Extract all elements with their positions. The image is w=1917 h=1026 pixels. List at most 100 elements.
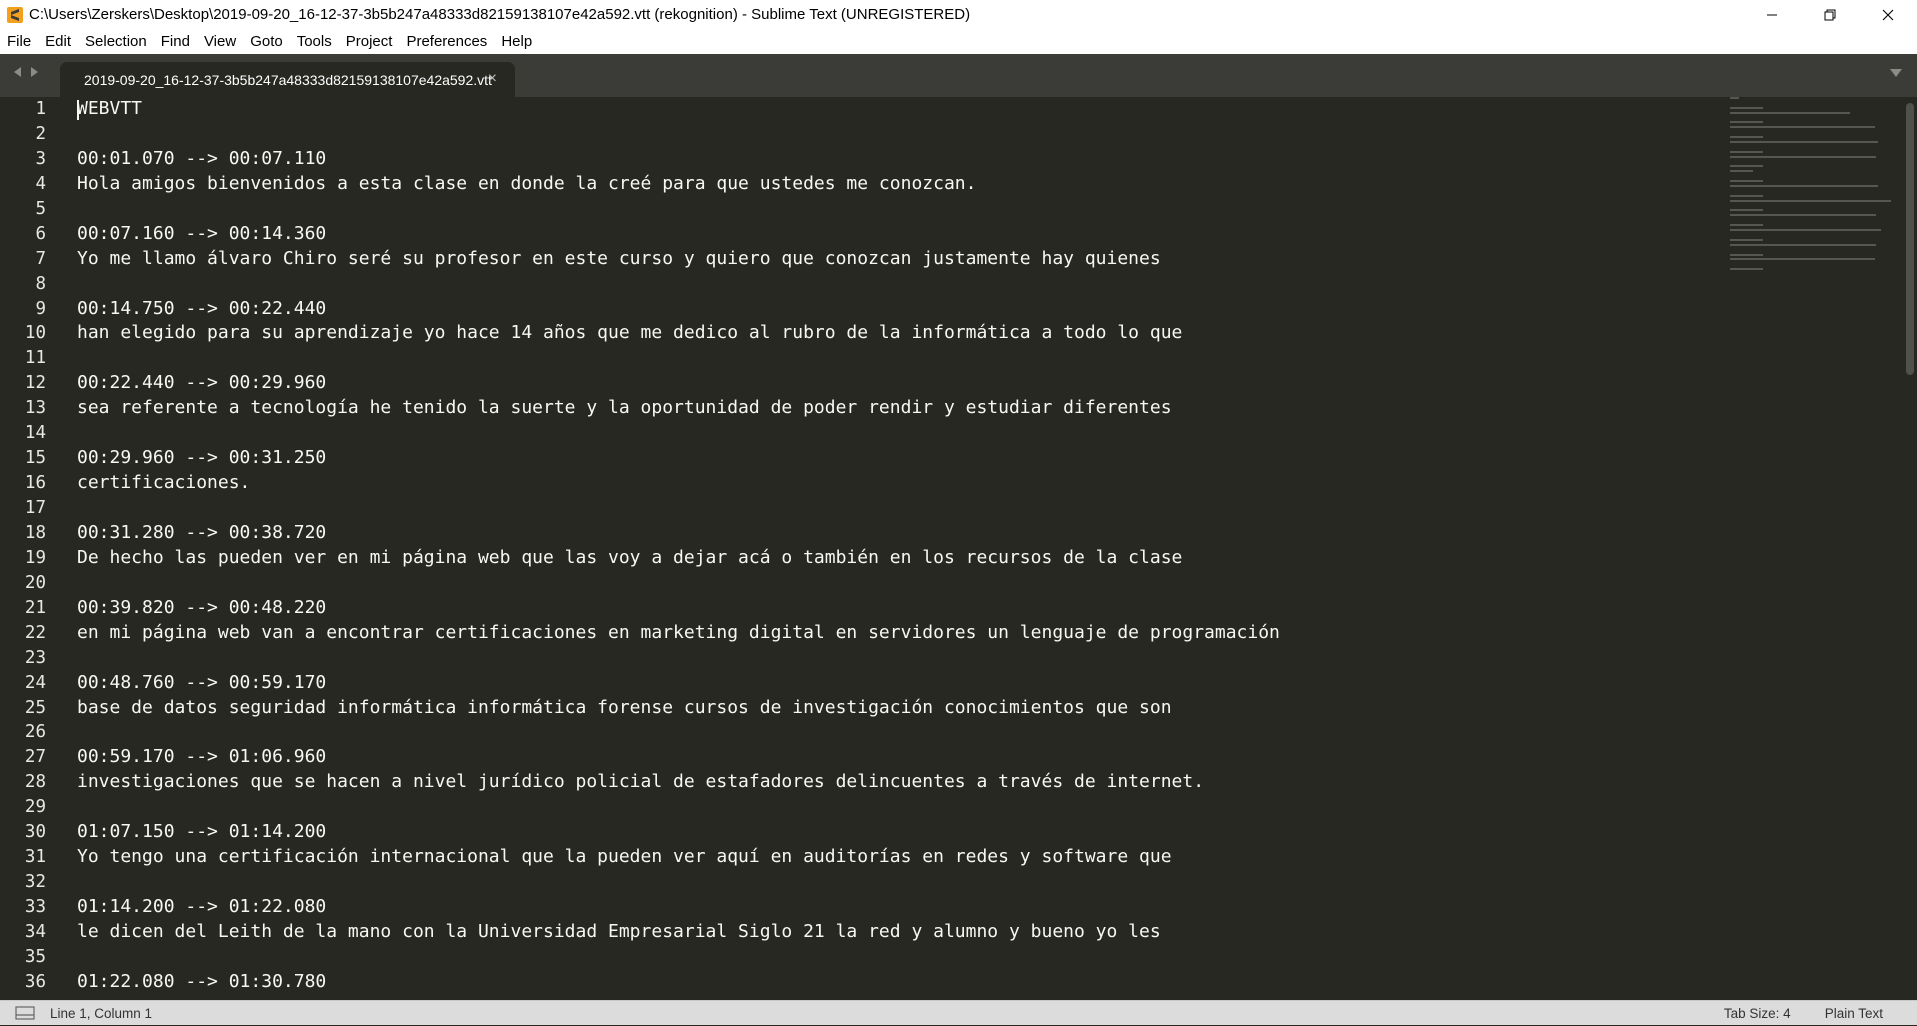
line-number: 11	[24, 348, 46, 369]
code-line[interactable]	[77, 571, 1717, 596]
code-line[interactable]: 00:31.280 --> 00:38.720	[77, 521, 1717, 546]
code-line[interactable]: 00:59.170 --> 01:06.960	[77, 745, 1717, 770]
code-line[interactable]: base de datos seguridad informática info…	[77, 696, 1717, 721]
code-line[interactable]: 00:48.760 --> 00:59.170	[77, 671, 1717, 696]
line-number: 13	[24, 398, 46, 419]
code-line[interactable]: 01:22.080 --> 01:30.780	[77, 970, 1717, 995]
minimap-line	[1730, 97, 1739, 99]
line-number: 9	[35, 298, 46, 319]
code-line[interactable]: han elegido para su aprendizaje yo hace …	[77, 321, 1717, 346]
line-number: 4	[35, 173, 46, 194]
code-line[interactable]	[77, 346, 1717, 371]
minimap-line	[1730, 111, 1851, 114]
code-line[interactable]: sea referente a tecnología he tenido la …	[77, 396, 1717, 421]
panel-toggle-icon[interactable]	[15, 1006, 35, 1020]
line-number: 28	[24, 772, 46, 793]
menu-tools[interactable]: Tools	[290, 29, 339, 54]
minimap-line	[1730, 243, 1877, 246]
menu-selection[interactable]: Selection	[78, 29, 154, 54]
line-number: 36	[24, 971, 46, 992]
code-line[interactable]: 00:14.750 --> 00:22.440	[77, 297, 1717, 322]
code-line[interactable]: le dicen del Leith de la mano con la Uni…	[77, 920, 1717, 945]
syntax-setting[interactable]: Plain Text	[1825, 1006, 1883, 1021]
tab-bar: 2019-09-20_16-12-37-3b5b247a48333d821591…	[0, 54, 1917, 97]
line-number: 3	[35, 148, 46, 169]
menu-find[interactable]: Find	[154, 29, 197, 54]
line-number: 8	[35, 273, 46, 294]
minimize-button[interactable]	[1743, 0, 1801, 29]
minimap-line	[1730, 194, 1764, 197]
line-number: 21	[24, 597, 46, 618]
minimap-line	[1730, 155, 1877, 158]
line-number: 7	[35, 248, 46, 269]
tab-size-setting[interactable]: Tab Size: 4	[1724, 1006, 1791, 1021]
status-bar: Line 1, Column 1 Tab Size: 4 Plain Text	[0, 1000, 1917, 1025]
code-line[interactable]	[77, 795, 1717, 820]
line-number: 30	[24, 822, 46, 843]
code-line[interactable]: Hola amigos bienvenidos a esta clase en …	[77, 172, 1717, 197]
code-line[interactable]: 01:14.200 --> 01:22.080	[77, 895, 1717, 920]
close-icon	[1882, 9, 1894, 20]
menu-preferences[interactable]: Preferences	[399, 29, 494, 54]
tab-label: 2019-09-20_16-12-37-3b5b247a48333d821591…	[84, 71, 492, 88]
code-line[interactable]	[77, 197, 1717, 222]
window-title: C:\Users\Zerskers\Desktop\2019-09-20_16-…	[29, 6, 971, 23]
code-line[interactable]	[77, 945, 1717, 970]
menu-help[interactable]: Help	[494, 29, 539, 54]
code-line[interactable]: WEBVTT	[77, 97, 1717, 122]
code-text[interactable]: WEBVTT 00:01.070 --> 00:07.110 Hola amigos…	[77, 97, 1717, 995]
minimap-line	[1730, 214, 1877, 217]
code-line[interactable]: Yo tengo una certificación internacional…	[77, 845, 1717, 870]
editor-area[interactable]: 1 2 3 4 5 6 7 8 9 10 11 12 13 14 15 16 17 18 19 20 21 22 23 24 2…	[0, 97, 1917, 1000]
line-number: 32	[24, 872, 46, 893]
line-number: 10	[24, 323, 46, 344]
code-line[interactable]: certificaciones.	[77, 471, 1717, 496]
code-line[interactable]: Yo me llamo álvaro Chiro seré su profeso…	[77, 247, 1717, 272]
code-line[interactable]: De hecho las pueden ver en mi página web…	[77, 546, 1717, 571]
line-number: 26	[24, 722, 46, 743]
code-line[interactable]: 00:22.440 --> 00:29.960	[77, 371, 1717, 396]
line-number: 22	[24, 622, 46, 643]
code-line[interactable]: 01:07.150 --> 01:14.200	[77, 820, 1717, 845]
code-line[interactable]: investigaciones que se hacen a nivel jur…	[77, 770, 1717, 795]
tab-active-file[interactable]: 2019-09-20_16-12-37-3b5b247a48333d821591…	[60, 62, 515, 97]
menu-view[interactable]: View	[197, 29, 243, 54]
minimap-line	[1730, 170, 1754, 173]
vertical-scrollbar[interactable]	[1906, 103, 1914, 375]
code-line[interactable]	[77, 122, 1717, 147]
line-number: 14	[24, 423, 46, 444]
line-number: 16	[24, 473, 46, 494]
close-window-button[interactable]	[1859, 0, 1917, 29]
code-line[interactable]: en mi página web van a encontrar certifi…	[77, 621, 1717, 646]
line-number: 29	[24, 797, 46, 818]
line-number: 34	[24, 921, 46, 942]
chevron-down-icon[interactable]	[1889, 68, 1903, 78]
menu-project[interactable]: Project	[339, 29, 400, 54]
code-line[interactable]	[77, 646, 1717, 671]
restore-icon	[1824, 9, 1836, 20]
line-number: 27	[24, 747, 46, 768]
code-line[interactable]	[77, 272, 1717, 297]
code-line[interactable]	[77, 496, 1717, 521]
code-line[interactable]: 00:07.160 --> 00:14.360	[77, 222, 1717, 247]
arrow-right-icon[interactable]	[29, 66, 40, 78]
line-number: 31	[24, 847, 46, 868]
tab-close-button[interactable]: ×	[488, 70, 497, 88]
title-bar: C:\Users\Zerskers\Desktop\2019-09-20_16-…	[0, 0, 1917, 29]
restore-button[interactable]	[1801, 0, 1859, 29]
code-line[interactable]	[77, 870, 1717, 895]
menu-file[interactable]: File	[0, 29, 38, 54]
arrow-left-icon[interactable]	[12, 66, 23, 78]
code-line[interactable]: 00:29.960 --> 00:31.250	[77, 446, 1717, 471]
code-line[interactable]: 00:39.820 --> 00:48.220	[77, 596, 1717, 621]
minimap-line	[1730, 121, 1764, 124]
code-line[interactable]	[77, 421, 1717, 446]
sublime-text-icon	[7, 6, 23, 23]
line-number: 1	[35, 99, 46, 119]
window-controls	[1743, 0, 1917, 29]
menu-goto[interactable]: Goto	[243, 29, 290, 54]
menu-edit[interactable]: Edit	[38, 29, 78, 54]
minimap[interactable]	[1730, 97, 1895, 307]
code-line[interactable]	[77, 720, 1717, 745]
code-line[interactable]: 00:01.070 --> 00:07.110	[77, 147, 1717, 172]
